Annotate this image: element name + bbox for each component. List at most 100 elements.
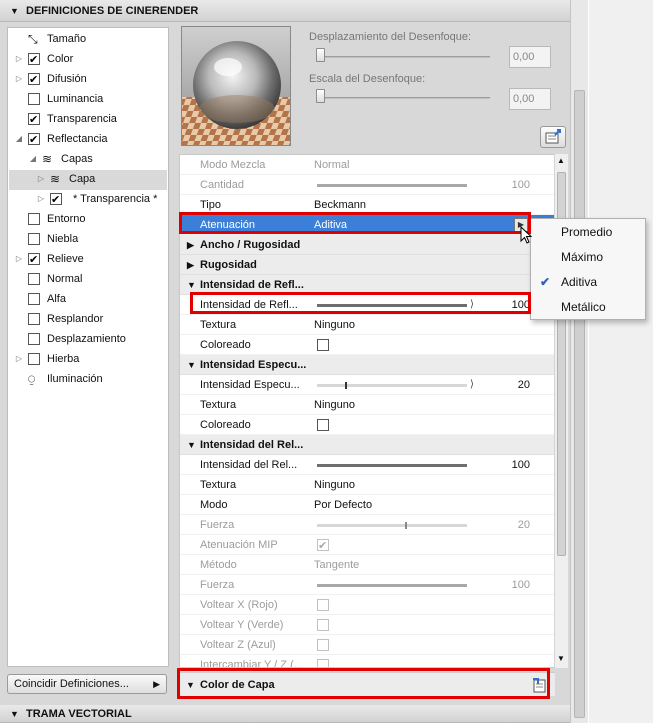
tree-item-relieve[interactable]: ▷ Relieve — [8, 249, 166, 270]
property-row[interactable]: Intensidad Especu... ⟩ 20 — [180, 375, 554, 395]
property-row[interactable]: Coloreado — [180, 415, 554, 435]
property-row[interactable]: Textura Ninguno — [180, 475, 554, 495]
property-slider[interactable] — [317, 464, 467, 467]
layer-channel-icon[interactable] — [531, 677, 547, 693]
property-group-header[interactable]: ▶ Ancho / Rugosidad — [180, 235, 554, 255]
tree-item-entorno[interactable]: Entorno — [8, 209, 166, 229]
attenuation-popup-menu[interactable]: Promedio Máximo ✔ Aditiva Metálico — [530, 218, 646, 320]
tree-item-resplandor[interactable]: Resplandor — [8, 309, 166, 329]
tree-checkbox[interactable] — [28, 233, 40, 245]
blur-scale-slider-knob[interactable] — [316, 89, 325, 103]
popup-option[interactable]: ✔ Aditiva — [531, 270, 645, 295]
tree-item-alfa[interactable]: Alfa — [8, 289, 166, 309]
property-slider[interactable] — [317, 382, 467, 389]
tree-item-luminancia[interactable]: Luminancia — [8, 89, 166, 109]
property-row[interactable]: Atenuación Aditiva ▶ — [180, 215, 554, 235]
property-list[interactable]: Modo Mezcla Normal Cantidad 100 Tipo Beckmann… — [179, 154, 555, 668]
tree-item-reflectancia[interactable]: ◢ Reflectancia — [8, 129, 166, 150]
tree-checkbox[interactable] — [28, 313, 40, 325]
match-settings-button[interactable]: Coincidir Definiciones... ▶ — [7, 674, 167, 694]
property-value[interactable]: Ninguno — [314, 315, 355, 335]
collapsed-triangle-icon[interactable]: ▷ — [14, 249, 24, 269]
panel-scrollbar[interactable] — [570, 0, 588, 723]
popup-option[interactable]: Metálico — [531, 295, 645, 320]
expand-triangle-icon[interactable]: ▶ — [187, 255, 194, 275]
collapsed-triangle-icon[interactable]: ▷ — [14, 349, 24, 369]
tree-checkbox[interactable] — [28, 333, 40, 345]
scroll-up-arrow-icon[interactable]: ▲ — [557, 156, 565, 165]
chevron-right-icon[interactable]: ⟩ — [470, 295, 474, 315]
property-value[interactable]: Ninguno — [314, 475, 355, 495]
tree-checkbox[interactable] — [28, 273, 40, 285]
tree-checkbox[interactable] — [28, 250, 40, 270]
collapsed-triangle-icon[interactable]: ▷ — [36, 189, 46, 209]
tree-checkbox[interactable] — [28, 293, 40, 305]
property-group-header[interactable]: ▶ Rugosidad — [180, 255, 554, 275]
property-number[interactable]: 100 — [512, 455, 530, 475]
property-value[interactable]: Ninguno — [314, 395, 355, 415]
tree-checkbox[interactable] — [28, 93, 40, 105]
collapsed-triangle-icon[interactable]: ▷ — [14, 49, 24, 69]
property-row[interactable]: Coloreado — [180, 335, 554, 355]
collapsed-triangle-icon[interactable]: ▷ — [36, 169, 46, 189]
chevron-right-icon[interactable]: ⟩ — [470, 375, 474, 395]
property-slider[interactable] — [317, 304, 467, 307]
property-value[interactable]: Por Defecto — [314, 495, 372, 515]
property-group-header[interactable]: ▼ Intensidad Especu... — [180, 355, 554, 375]
property-group-header[interactable]: ▼ Intensidad de Refl... — [180, 275, 554, 295]
tree-checkbox[interactable] — [28, 70, 40, 90]
tree-item-iluminación[interactable]: ⍜ Iluminación — [8, 369, 166, 389]
popup-option[interactable]: Máximo — [531, 245, 645, 270]
tree-checkbox[interactable] — [50, 190, 62, 210]
color-de-capa-group[interactable]: ▼ Color de Capa — [179, 672, 555, 696]
property-row[interactable]: Modo Por Defecto — [180, 495, 554, 515]
tree-item-niebla[interactable]: Niebla — [8, 229, 166, 249]
tree-checkbox[interactable] — [28, 110, 40, 130]
settings-tree[interactable]: ⤡ Tamaño ▷ Color ▷ Difusión Luminancia Transpar… — [7, 27, 169, 667]
popup-option[interactable]: Promedio — [531, 220, 645, 245]
collapse-triangle-icon[interactable]: ▼ — [187, 275, 196, 295]
tree-checkbox[interactable] — [28, 50, 40, 70]
property-row[interactable]: Tipo Beckmann — [180, 195, 554, 215]
section-header-cinerender[interactable]: ▼ DEFINICIONES DE CINERENDER — [0, 0, 570, 22]
tree-item-normal[interactable]: Normal — [8, 269, 166, 289]
property-row[interactable]: Textura Ninguno — [180, 395, 554, 415]
tree-item-color[interactable]: ▷ Color — [8, 49, 166, 70]
tree-item-difusión[interactable]: ▷ Difusión — [8, 69, 166, 90]
scroll-down-arrow-icon[interactable]: ▼ — [557, 654, 565, 663]
property-number[interactable]: 100 — [512, 295, 530, 315]
property-value[interactable]: Beckmann — [314, 195, 366, 215]
expand-triangle-icon[interactable]: ▶ — [187, 235, 194, 255]
tree-item-capa[interactable]: ▷ ≋ Capa — [8, 169, 166, 189]
collapse-triangle-icon[interactable]: ▼ — [187, 435, 196, 455]
tree-item-tamaño[interactable]: ⤡ Tamaño — [8, 29, 166, 49]
blur-offset-field[interactable]: 0,00 — [509, 46, 551, 68]
expanded-triangle-icon[interactable]: ◢ — [28, 149, 38, 169]
blur-offset-slider-knob[interactable] — [316, 48, 325, 62]
property-number[interactable]: 20 — [518, 375, 530, 395]
tree-item-transparencia[interactable]: ▷ * Transparencia * — [8, 189, 166, 210]
blur-scale-field[interactable]: 0,00 — [509, 88, 551, 110]
collapsed-triangle-icon[interactable]: ▷ — [14, 69, 24, 89]
property-row[interactable]: Intensidad de Refl... ⟩ 100 — [180, 295, 554, 315]
collapse-triangle-icon[interactable]: ▼ — [187, 355, 196, 375]
property-row[interactable]: Textura Ninguno — [180, 315, 554, 335]
tree-item-desplazamiento[interactable]: Desplazamiento — [8, 329, 166, 349]
blur-scale-slider-track[interactable] — [318, 97, 490, 99]
tree-checkbox[interactable] — [28, 130, 40, 150]
tree-checkbox[interactable] — [28, 353, 40, 365]
blur-offset-slider-track[interactable] — [318, 56, 490, 58]
property-checkbox[interactable] — [317, 339, 329, 351]
tree-checkbox[interactable] — [28, 213, 40, 225]
tree-item-capas[interactable]: ◢ ≋ Capas — [8, 149, 166, 169]
expanded-triangle-icon[interactable]: ◢ — [14, 129, 24, 149]
tree-item-transparencia[interactable]: Transparencia — [8, 109, 166, 130]
tree-item-hierba[interactable]: ▷ Hierba — [8, 349, 166, 369]
property-value[interactable]: Aditiva — [314, 215, 347, 235]
section-header-trama-vectorial[interactable]: ▼ TRAMA VECTORIAL — [0, 705, 570, 723]
property-group-header[interactable]: ▼ Intensidad del Rel... — [180, 435, 554, 455]
property-row[interactable]: Intensidad del Rel... 100 — [180, 455, 554, 475]
panel-scrollbar-thumb[interactable] — [574, 90, 585, 718]
preview-options-button[interactable] — [540, 126, 566, 148]
property-checkbox[interactable] — [317, 419, 329, 431]
